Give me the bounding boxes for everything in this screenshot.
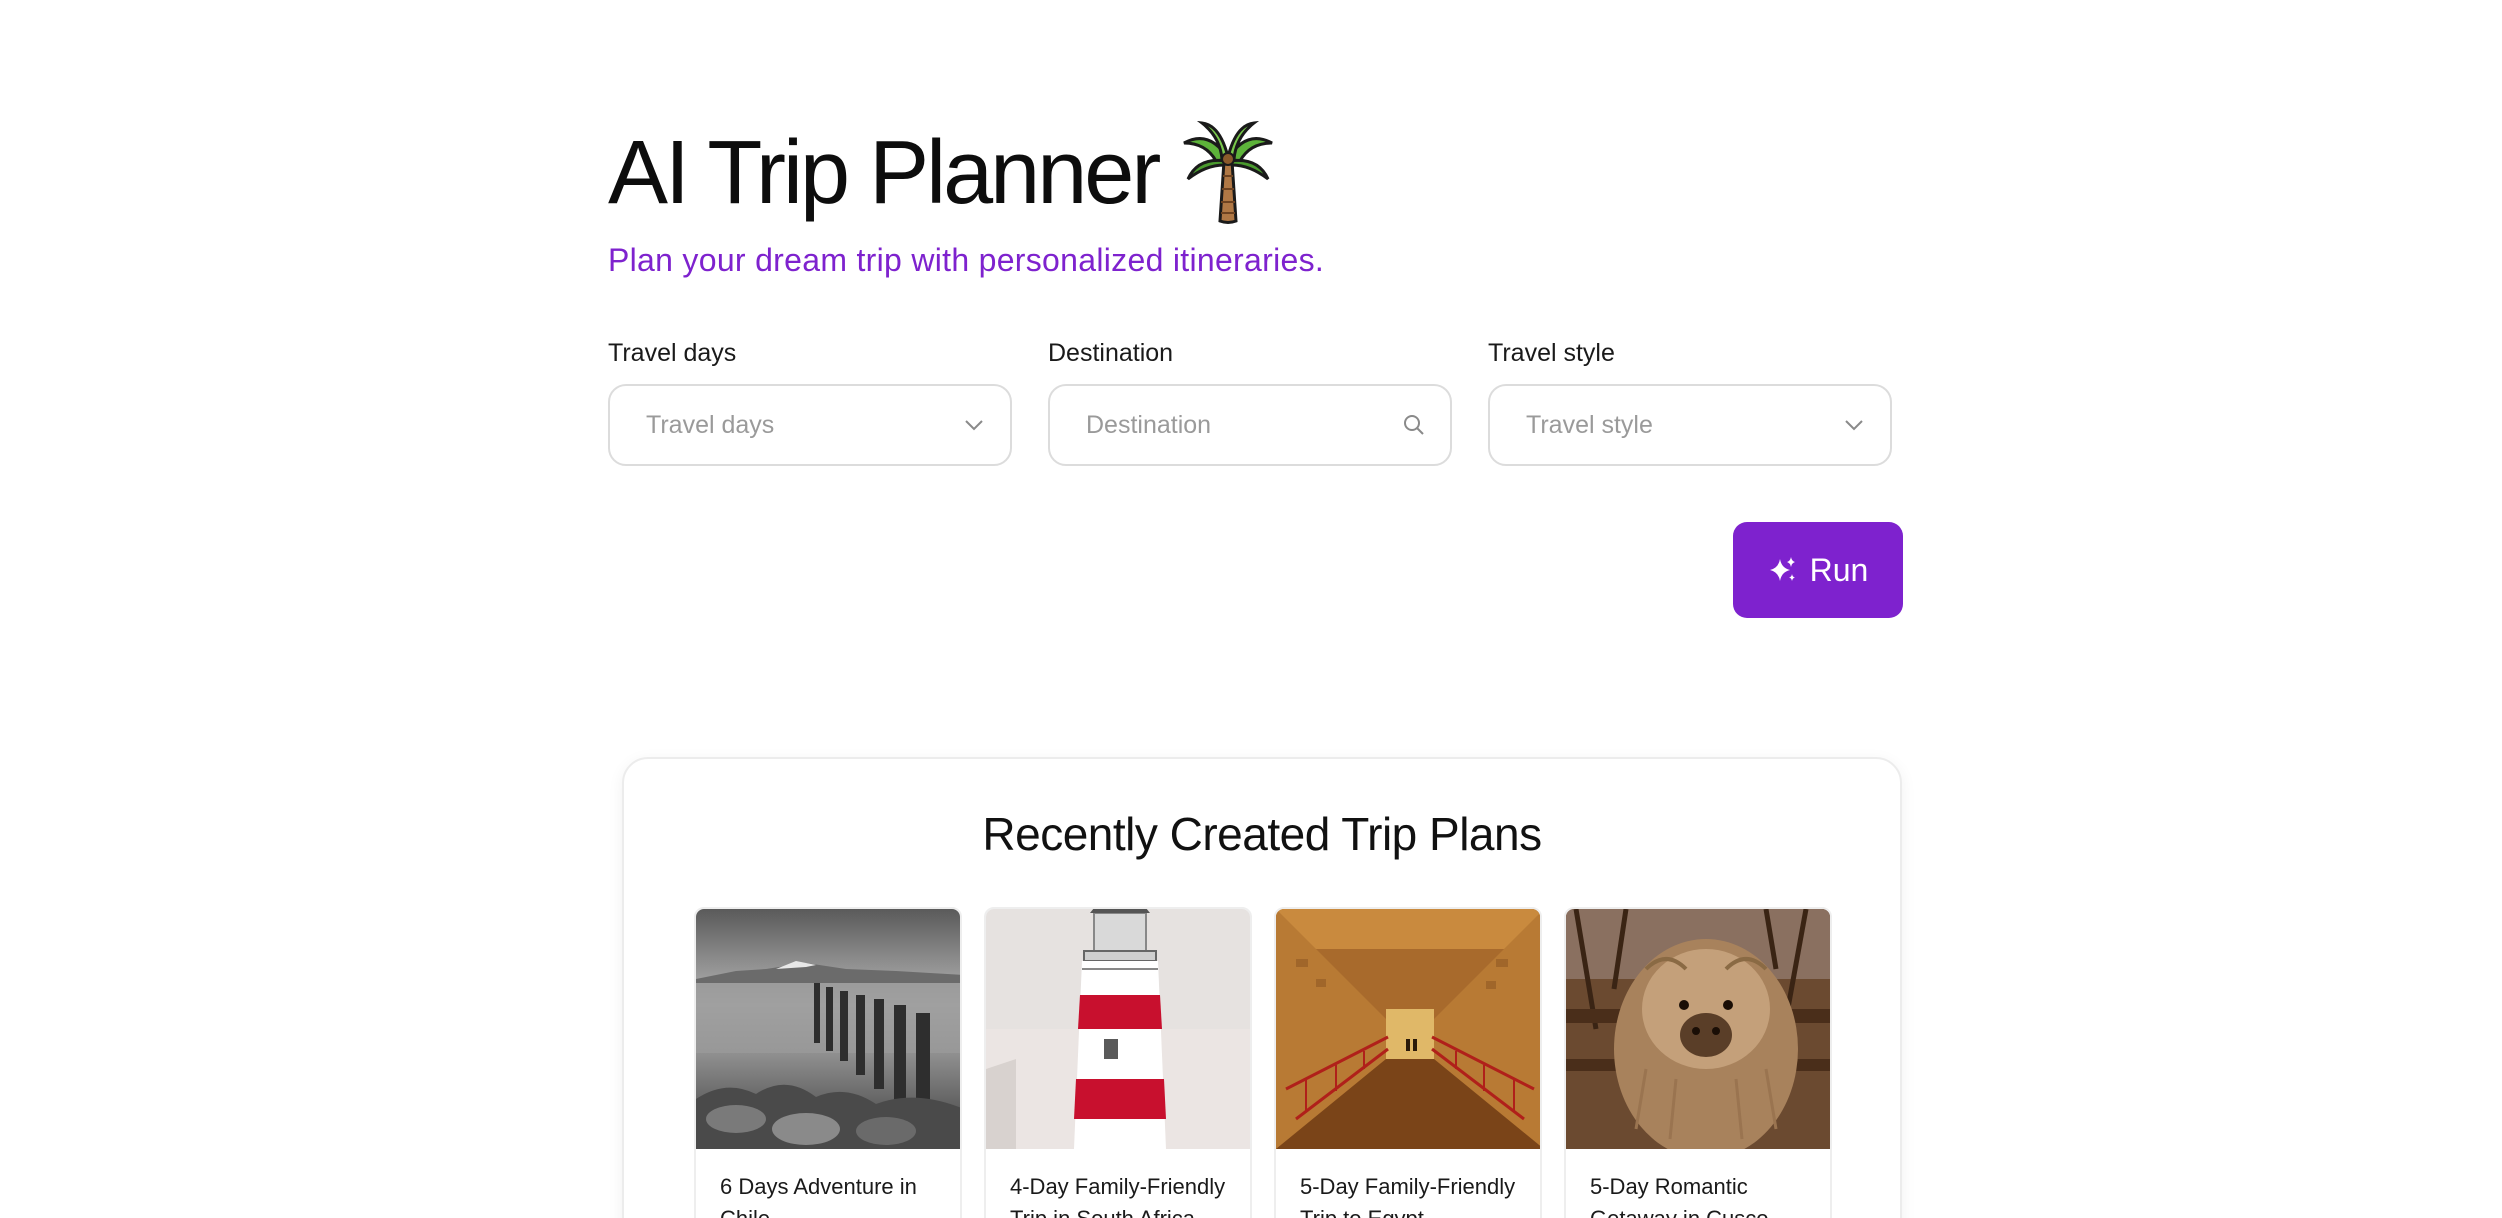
trip-card[interactable]: 5-Day Romantic Getaway in Cusco [1564,907,1832,1218]
travel-style-placeholder: Travel style [1526,410,1653,439]
travel-days-select[interactable]: Travel days [608,384,1012,466]
trip-card[interactable]: 6 Days Adventure in Chile [694,907,962,1218]
trip-cards: 6 Days Adventure in Chile 4-Day Family [694,907,1832,1218]
run-button[interactable]: Run [1733,522,1903,618]
trip-card-image [986,909,1250,1149]
trip-form: Travel days Travel days Destination Trav… [608,338,1892,466]
trip-card-image [1276,909,1540,1149]
chevron-down-icon [960,411,988,439]
destination-input-box[interactable] [1048,384,1452,466]
destination-input[interactable] [1086,410,1386,440]
chevron-down-icon [1840,411,1868,439]
travel-days-placeholder: Travel days [646,410,775,439]
travel-style-label: Travel style [1488,339,1615,367]
header: AI Trip Planner Plan your dream trip wit… [608,118,1324,279]
trip-card-image [1566,909,1830,1149]
page-title: AI Trip Planner [608,123,1161,223]
trip-card-title: 5-Day Romantic Getaway in Cusco [1590,1174,1769,1218]
recent-trips-title: Recently Created Trip Plans [982,808,1542,860]
sparkle-icon [1768,555,1798,585]
travel-days-label: Travel days [608,339,737,367]
trip-card[interactable]: 5-Day Family-Friendly Trip to Egypt [1274,907,1542,1218]
run-button-label: Run [1809,551,1869,588]
recent-trips-panel: Recently Created Trip Plans 6 Days Adven… [622,757,1902,1218]
trip-card-title: 4-Day Family-Friendly Trip in South Afri… [1010,1174,1226,1218]
trip-card-title: 5-Day Family-Friendly Trip to Egypt [1300,1174,1516,1218]
trip-card[interactable]: 4-Day Family-Friendly Trip in South Afri… [984,907,1252,1218]
palm-tree-icon [1180,120,1276,225]
destination-field: Destination [1048,338,1452,466]
trip-card-title: 6 Days Adventure in Chile [720,1174,917,1218]
travel-days-field: Travel days Travel days [608,338,1012,466]
page-subtitle: Plan your dream trip with personalized i… [608,242,1325,278]
search-icon[interactable] [1400,411,1428,439]
destination-label: Destination [1048,339,1174,367]
travel-style-field: Travel style Travel style [1488,338,1892,466]
trip-card-image [696,909,960,1149]
travel-style-select[interactable]: Travel style [1488,384,1892,466]
page: AI Trip Planner Plan your dream trip wit… [0,0,2502,1218]
title-row: AI Trip Planner [608,118,1324,228]
